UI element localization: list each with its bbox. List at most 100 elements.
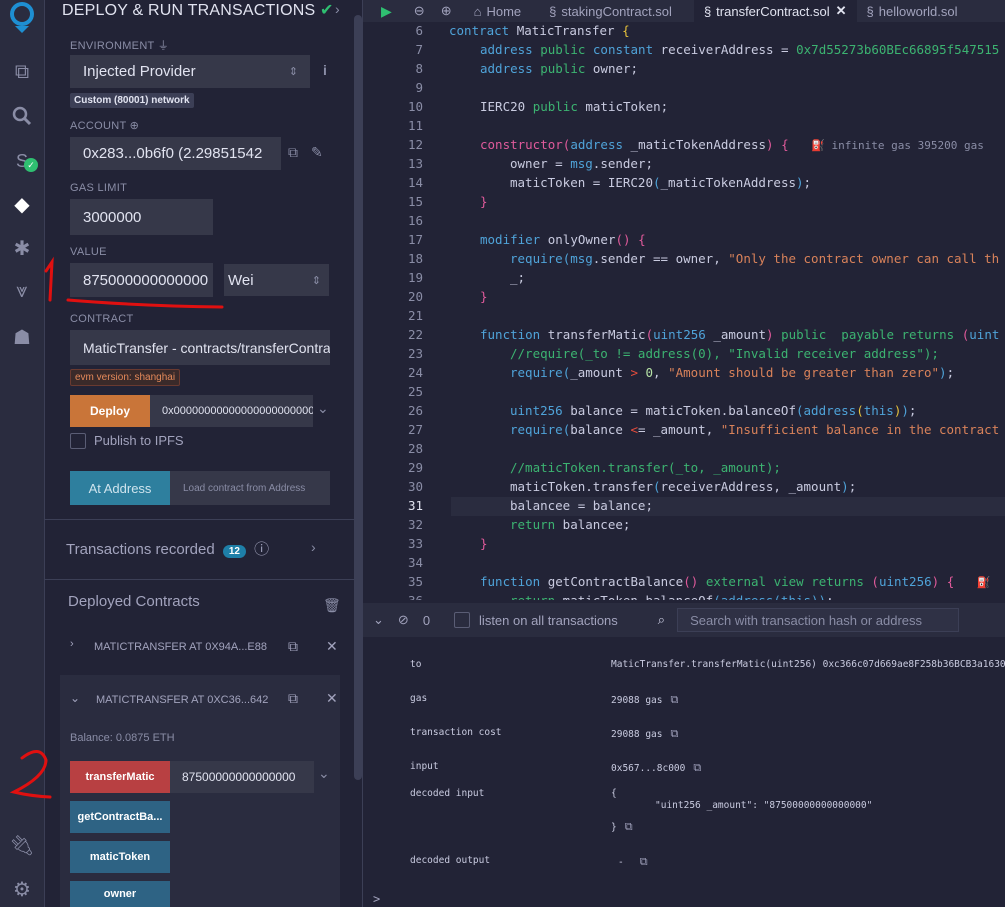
tab-transfer-contract[interactable]: § transferContract.sol ✕ xyxy=(693,0,857,22)
copy-icon[interactable]: ⧉ xyxy=(670,727,678,740)
tx-value-decoded-body: "uint256 _amount": "87500000000000000" xyxy=(655,800,873,811)
contract-name: MATICTRANSFER AT 0XC36...642 xyxy=(96,694,269,706)
code-line: require(balance <= _amount, "Insufficien… xyxy=(510,422,1000,437)
deploy-run-icon[interactable]: ◆ xyxy=(0,189,44,219)
chevron-down-icon[interactable]: ⌄ xyxy=(317,400,329,417)
line-number: 22 xyxy=(407,327,423,342)
code-editor[interactable]: 6 7 8 9 10 11 12 13 14 15 16 17 18 19 20 21 22 23 24 25 26 27… xyxy=(363,22,1005,600)
terminal-search-input[interactable]: Search with transaction hash or address xyxy=(677,608,960,632)
deploy-run-panel: DEPLOY & RUN TRANSACTIONS ✔ › ENVIRONMEN… xyxy=(45,0,360,907)
copy-icon[interactable]: ⧉ xyxy=(288,690,298,707)
deploy-button[interactable]: Deploy xyxy=(70,395,150,427)
environment-select[interactable]: Injected Provider ⇕ xyxy=(70,55,310,88)
file-explorer-icon[interactable]: ⧉ xyxy=(0,57,44,87)
solidity-file-icon: § xyxy=(703,3,712,19)
code-line: IERC20 public maticToken; xyxy=(480,99,669,114)
copy-icon[interactable]: ⧉ xyxy=(640,855,648,868)
close-tab-icon[interactable]: ✕ xyxy=(836,3,847,19)
remix-logo-icon[interactable] xyxy=(0,2,44,33)
transfer-matic-input[interactable]: 87500000000000000 xyxy=(170,761,314,793)
tx-key-gas: gas xyxy=(410,693,428,704)
code-line: address public constant receiverAddress … xyxy=(480,42,1000,57)
owner-button[interactable]: owner xyxy=(70,881,170,907)
terminal-toolbar: ⌄ ⊘ 0 listen on all transactions ⌕ Searc… xyxy=(363,603,1005,637)
code-line: } xyxy=(480,289,488,304)
line-number: 27 xyxy=(407,422,423,437)
close-icon[interactable]: ✕ xyxy=(326,638,338,655)
copy-icon[interactable]: ⧉ xyxy=(670,693,678,706)
trash-icon[interactable]: 🗑︎ xyxy=(323,597,341,614)
deployed-contract-item[interactable]: › MATICTRANSFER AT 0X94A...E88 ⧉ ✕ xyxy=(70,638,340,660)
line-number: 11 xyxy=(407,118,423,133)
line-number: 21 xyxy=(407,308,423,323)
chevron-right-icon[interactable]: › xyxy=(311,539,316,555)
value-unit-select[interactable]: Wei ⇕ xyxy=(224,264,329,296)
at-address-input[interactable]: Load contract from Address xyxy=(170,471,330,505)
gas-limit-input[interactable]: 3000000 xyxy=(70,199,213,235)
search-icon[interactable] xyxy=(0,101,44,131)
expanded-contract: ⌄ MATICTRANSFER AT 0XC36...642 ⧉ ✕ Balan… xyxy=(60,675,340,907)
close-icon[interactable]: ✕ xyxy=(326,690,338,707)
copy-icon[interactable]: ⧉ xyxy=(288,144,298,161)
copy-icon[interactable]: ⧉ xyxy=(288,638,298,655)
icon-sidebar: ⧉ S ✓ ◆ ✱ ⩔ ☗ 🔌︎ ⚙ xyxy=(0,0,45,907)
clear-console-icon[interactable]: ⊘ xyxy=(398,612,409,628)
settings-icon[interactable]: ⚙ xyxy=(0,874,44,904)
chevron-right-icon[interactable]: › xyxy=(70,638,74,650)
zoom-in-icon[interactable]: ⊕ xyxy=(433,0,464,22)
tab-staking-contract[interactable]: § stakingContract.sol xyxy=(531,0,682,22)
zoom-out-icon[interactable]: ⊖ xyxy=(406,0,433,22)
line-number: 7 xyxy=(415,42,423,57)
code-line: function transferMatic(uint256 _amount) … xyxy=(480,327,1000,342)
tab-home[interactable]: ⌂ Home xyxy=(464,0,532,22)
listen-all-checkbox[interactable] xyxy=(454,612,471,628)
copy-icon[interactable]: ⧉ xyxy=(625,820,633,833)
collapse-terminal-icon[interactable]: ⌄ xyxy=(373,612,384,628)
line-number: 29 xyxy=(407,460,423,475)
get-contract-balance-button[interactable]: getContractBa... xyxy=(70,801,170,833)
run-icon[interactable]: ▶ xyxy=(363,0,406,22)
terminal-prompt[interactable]: > xyxy=(373,892,380,906)
publish-ipfs-checkbox[interactable] xyxy=(70,433,86,449)
transfer-matic-button[interactable]: transferMatic xyxy=(70,761,170,793)
panel-scrollbar[interactable] xyxy=(354,15,362,780)
check-badge-icon: ✓ xyxy=(24,158,38,172)
line-number: 15 xyxy=(407,194,423,209)
chevron-down-icon[interactable]: ⌄ xyxy=(70,691,80,705)
code-line: } xyxy=(480,536,488,551)
gas-limit-label: GAS LIMIT xyxy=(70,182,128,194)
transactions-count-badge: 12 xyxy=(222,545,246,558)
matic-token-button[interactable]: maticToken xyxy=(70,841,170,873)
solidity-file-icon: § xyxy=(549,3,557,19)
network-badge: Custom (80001) network xyxy=(70,93,194,108)
solidity-compiler-icon[interactable]: S ✓ xyxy=(0,146,44,176)
contract-select[interactable]: MaticTransfer - contracts/transferContra… xyxy=(70,330,330,365)
info-icon[interactable]: i xyxy=(323,62,327,78)
line-number: 35 xyxy=(407,574,423,589)
transactions-recorded[interactable]: Transactions recorded 12 ⓘ xyxy=(66,538,269,559)
code-line: maticToken.transfer(receiverAddress, _am… xyxy=(510,479,857,494)
edit-icon[interactable]: ✎ xyxy=(311,144,323,161)
line-number: 34 xyxy=(407,555,423,570)
learneth-icon[interactable]: ☗ xyxy=(0,322,44,352)
debugger-icon[interactable]: ✱ xyxy=(0,233,44,263)
value-label: VALUE xyxy=(70,246,107,258)
tab-helloworld[interactable]: § helloworld.sol xyxy=(857,0,968,22)
line-number: 31 xyxy=(407,498,423,513)
info-icon[interactable]: ⓘ xyxy=(254,541,269,558)
contract-balance: Balance: 0.0875 ETH xyxy=(70,732,175,744)
line-number: 33 xyxy=(407,536,423,551)
copy-icon[interactable]: ⧉ xyxy=(693,761,701,774)
chevron-right-icon[interactable]: › xyxy=(335,1,340,17)
publish-ipfs-label: Publish to IPFS xyxy=(94,433,184,448)
account-select[interactable]: 0x283...0b6f0 (2.29851542 xyxy=(70,137,281,170)
solidity-unit-testing-icon[interactable]: ⩔ xyxy=(0,276,44,306)
plugin-manager-icon[interactable]: 🔌︎ xyxy=(0,830,44,860)
chevron-down-icon[interactable]: ⌄ xyxy=(318,765,330,782)
code-line: balancee = balance; xyxy=(510,498,653,513)
at-address-button[interactable]: At Address xyxy=(70,471,170,505)
deploy-args-input[interactable]: 0x00000000000000000000000000000000000000… xyxy=(150,395,313,427)
plus-icon[interactable]: ⊕ xyxy=(130,120,140,132)
value-input[interactable]: 875000000000000 xyxy=(70,263,213,297)
code-line: contract MaticTransfer { xyxy=(449,23,630,38)
